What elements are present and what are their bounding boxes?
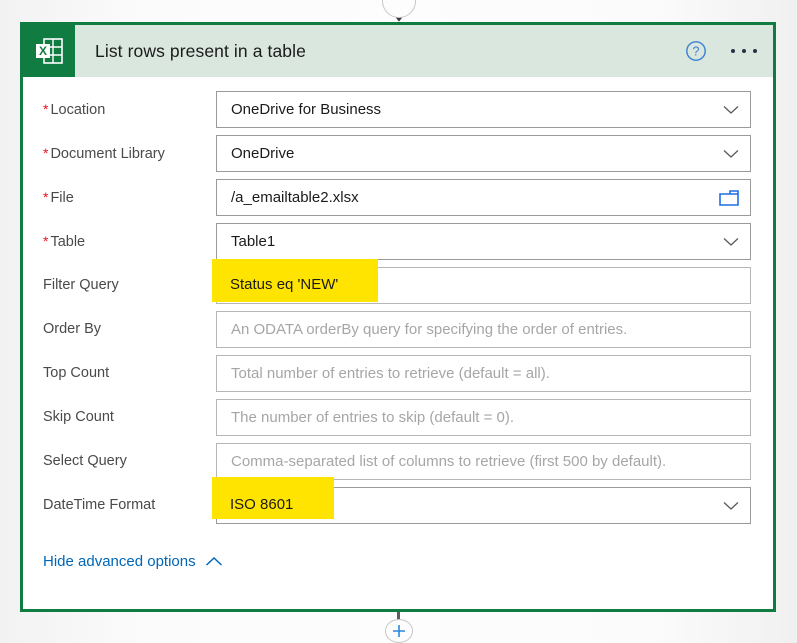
field-control-top-count[interactable]: Total number of entries to retrieve (def… [216,355,751,392]
table-input[interactable]: Table1 [216,223,751,260]
top-connector [0,0,797,22]
hide-advanced-options-label: Hide advanced options [43,553,196,570]
required-asterisk: * [43,145,49,161]
top-count-input[interactable]: Total number of entries to retrieve (def… [216,355,751,392]
field-control-skip-count[interactable]: The number of entries to skip (default =… [216,399,751,436]
form-row-location: * Location OneDrive for Business [41,91,751,135]
filter-query-input[interactable] [216,267,751,304]
add-step-button[interactable] [384,619,413,643]
form-row-filter-query: Filter Query Status eq 'NEW' [41,259,751,311]
file-input[interactable]: /a_emailtable2.xlsx [216,179,751,216]
required-asterisk: * [43,189,49,205]
required-asterisk: * [43,233,49,249]
form-row-file: * File /a_emailtable2.xlsx [41,179,751,223]
select-query-placeholder: Comma-separated list of columns to retri… [231,453,667,470]
location-input[interactable]: OneDrive for Business [216,91,751,128]
field-label-filter-query: Filter Query [43,277,119,293]
field-control-filter-query[interactable]: Status eq 'NEW' [212,259,751,304]
form-row-table: * Table Table1 [41,223,751,267]
field-control-table[interactable]: Table1 [216,223,751,260]
field-label-file: * File [43,189,74,206]
form-row-document-library: * Document Library OneDrive [41,135,751,179]
datetime-format-input[interactable] [216,487,751,524]
field-label-document-library: * Document Library [43,145,165,162]
field-control-document-library[interactable]: OneDrive [216,135,751,172]
document-library-input[interactable]: OneDrive [216,135,751,172]
required-asterisk: * [43,101,49,117]
select-query-input[interactable]: Comma-separated list of columns to retri… [216,443,751,480]
chevron-up-icon[interactable] [205,556,223,567]
field-label-top-count: Top Count [43,365,110,381]
order-by-input[interactable]: An ODATA orderBy query for specifying th… [216,311,751,348]
more-horizontal-icon[interactable] [729,43,759,59]
form-row-order-by: Order By An ODATA orderBy query for spec… [41,311,751,355]
field-control-select-query[interactable]: Comma-separated list of columns to retri… [216,443,751,480]
folder-icon[interactable] [719,189,739,206]
action-card-list-rows[interactable]: X List rows present in a table ? * Locati… [20,22,776,612]
order-by-placeholder: An ODATA orderBy query for specifying th… [231,321,628,338]
field-label-skip-count: Skip Count [43,409,114,425]
svg-text:?: ? [693,45,700,59]
field-control-file[interactable]: /a_emailtable2.xlsx [216,179,751,216]
field-label-table: * Table [43,233,86,250]
card-body: * Location OneDrive for Business * Documen… [23,77,773,570]
form-row-skip-count: Skip Count The number of entries to skip… [41,399,751,443]
field-label-order-by: Order By [43,321,102,337]
arrow-down-icon [389,0,408,22]
card-title: List rows present in a table [95,40,306,61]
form-row-top-count: Top Count Total number of entries to ret… [41,355,751,399]
previous-step-node [381,0,416,18]
card-header[interactable]: X List rows present in a table ? [23,25,773,77]
skip-count-input[interactable]: The number of entries to skip (default =… [216,399,751,436]
top-count-placeholder: Total number of entries to retrieve (def… [231,365,550,382]
form-row-select-query: Select Query Comma-separated list of col… [41,443,751,487]
field-control-datetime-format[interactable]: ISO 8601 [212,477,751,524]
field-label-select-query: Select Query [43,453,127,469]
header-actions: ? [685,25,759,77]
plus-icon [392,625,405,638]
help-circle-icon[interactable]: ? [685,40,707,62]
field-label-datetime-format: DateTime Format [43,497,156,513]
field-control-location[interactable]: OneDrive for Business [216,91,751,128]
svg-text:X: X [39,44,47,58]
bottom-connector [0,612,797,643]
field-control-order-by[interactable]: An ODATA orderBy query for specifying th… [216,311,751,348]
hide-advanced-options-link[interactable]: Hide advanced options [43,553,223,570]
field-label-location: * Location [43,101,106,118]
excel-icon: X [23,25,75,77]
skip-count-placeholder: The number of entries to skip (default =… [231,409,515,426]
form-row-datetime-format: DateTime Format ISO 8601 [41,477,751,531]
